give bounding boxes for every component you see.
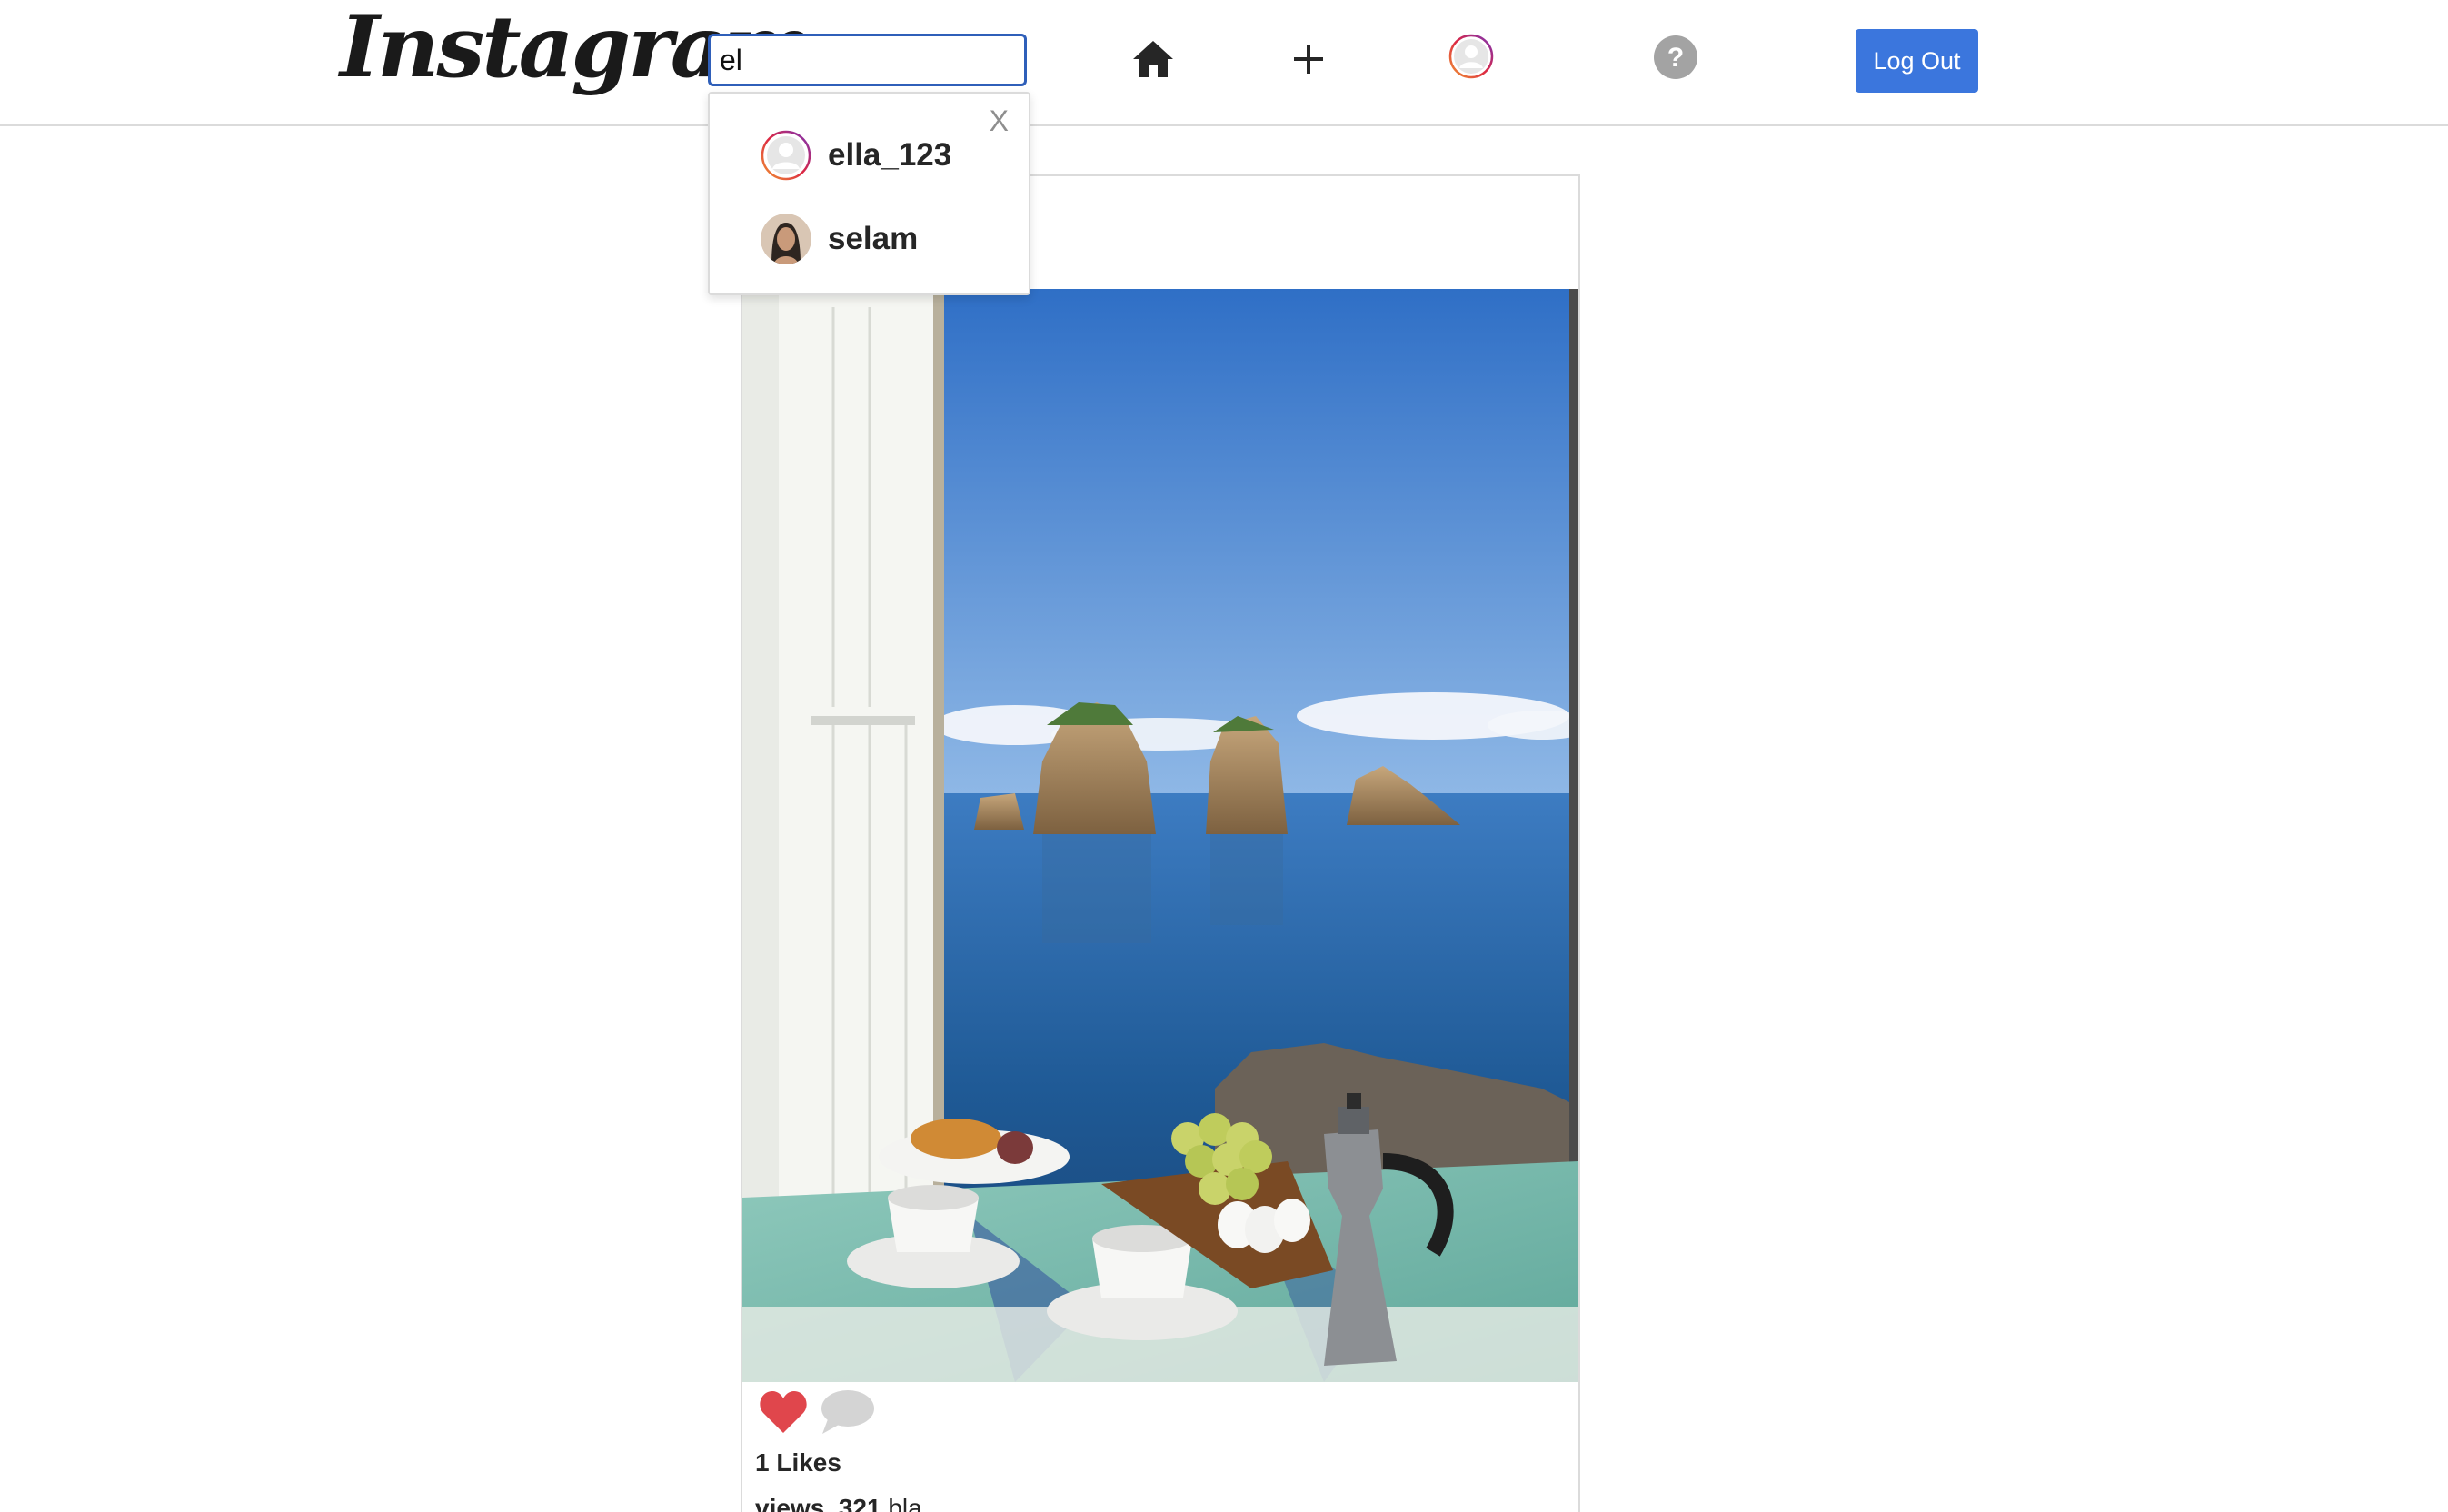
page: Instagram el ? Log Out 1 Likes views_321… <box>0 0 2448 1512</box>
search-result-item[interactable]: ella_123 <box>761 126 951 184</box>
top-navbar: Instagram el ? Log Out <box>0 0 2448 126</box>
search-result-username: ella_123 <box>828 137 952 173</box>
home-icon[interactable] <box>1130 36 1176 82</box>
search-result-username: selam <box>828 221 919 256</box>
post-card: 1 Likes views_321 bla <box>741 174 1580 1512</box>
likes-count: 1 Likes <box>755 1448 841 1477</box>
logout-button[interactable]: Log Out <box>1856 29 1978 93</box>
user-photo-avatar-icon <box>761 214 811 264</box>
heart-icon[interactable] <box>759 1389 808 1435</box>
search-result-item[interactable]: selam <box>761 210 918 268</box>
post-caption: views_321 bla <box>755 1494 922 1512</box>
close-search-button[interactable]: X <box>990 104 1009 138</box>
svg-text:?: ? <box>1667 43 1684 73</box>
post-image[interactable] <box>742 289 1578 1382</box>
comment-icon[interactable] <box>819 1388 875 1436</box>
search-input[interactable] <box>708 34 1027 86</box>
default-avatar-icon <box>761 130 811 181</box>
caption-text: bla <box>888 1494 922 1512</box>
profile-avatar-icon[interactable] <box>1448 34 1494 79</box>
search-results-dropdown: X ella_123 selam <box>708 92 1030 295</box>
help-icon[interactable]: ? <box>1653 35 1698 80</box>
caption-username[interactable]: views_321 <box>755 1494 881 1512</box>
post-actions <box>759 1388 875 1436</box>
plus-icon[interactable] <box>1286 35 1331 84</box>
